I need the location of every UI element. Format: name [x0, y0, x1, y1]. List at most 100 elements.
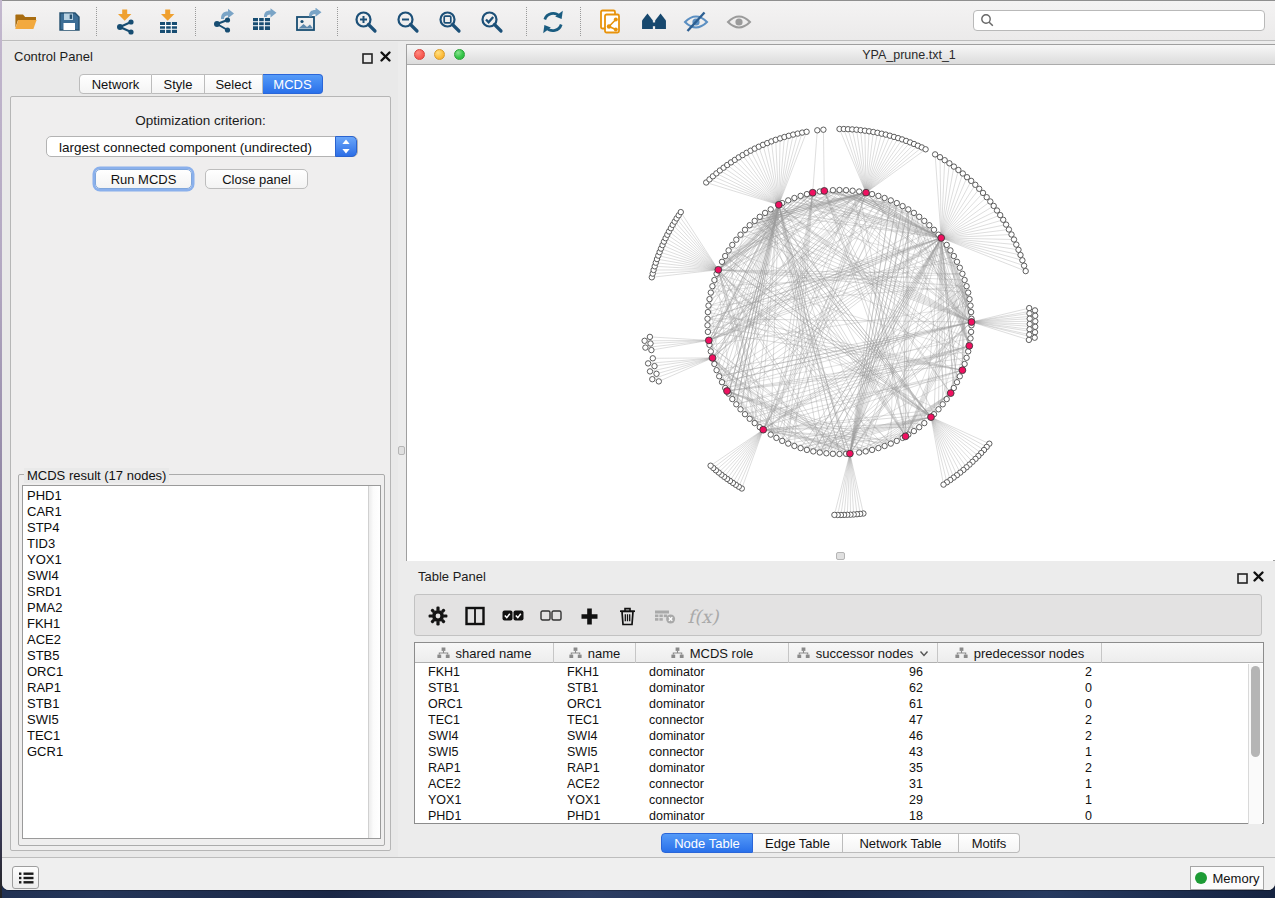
mcds-result-item[interactable]: PHD1 — [27, 488, 63, 504]
refresh-icon[interactable] — [539, 8, 567, 35]
table-row-ACE2[interactable]: ACE2ACE2connector311 — [415, 776, 1263, 792]
mcds-result-item[interactable]: STP4 — [27, 520, 63, 536]
mcds-result-item[interactable]: STB1 — [27, 696, 63, 712]
mcds-result-item[interactable]: YOX1 — [27, 552, 63, 568]
mcds-result-item[interactable]: TID3 — [27, 536, 63, 552]
float-window-icon[interactable] — [362, 50, 373, 61]
split-table-view-icon[interactable] — [460, 595, 490, 637]
desktop-wallpaper-edge — [0, 0, 2, 898]
column-header-successor-nodes[interactable]: successor nodes — [789, 643, 938, 663]
mcds-tab-panel: Optimization criterion: largest connecte… — [10, 96, 391, 851]
delete-table-icon[interactable] — [650, 595, 680, 637]
toolbar-separator — [195, 7, 196, 36]
cell-mcds-role: dominator — [649, 665, 705, 679]
tab-network[interactable]: Network — [79, 74, 152, 94]
float-table-panel-icon[interactable] — [1237, 570, 1248, 581]
save-session-icon[interactable] — [55, 8, 83, 35]
table-row-FKH1[interactable]: FKH1FKH1dominator962 — [415, 664, 1263, 680]
column-header-MCDS-role[interactable]: MCDS role — [636, 643, 789, 663]
zoom-in-icon[interactable] — [352, 8, 380, 35]
table-row-RAP1[interactable]: RAP1RAP1dominator352 — [415, 760, 1263, 776]
table-row-YOX1[interactable]: YOX1YOX1connector291 — [415, 792, 1263, 808]
column-header-name[interactable]: name — [554, 643, 636, 663]
mcds-result-item[interactable]: RAP1 — [27, 680, 63, 696]
mcds-list-scrollbar[interactable] — [368, 486, 380, 838]
tab-style[interactable]: Style — [152, 74, 205, 94]
network-view-titlebar[interactable]: YPA_prune.txt_1 — [407, 45, 1275, 65]
delete-column-icon[interactable] — [612, 595, 642, 637]
select-all-columns-icon[interactable] — [498, 595, 528, 637]
column-header-shared-name[interactable]: shared name — [415, 643, 554, 663]
export-image-icon[interactable] — [294, 8, 322, 35]
show-all-icon[interactable] — [725, 8, 753, 35]
mcds-result-item[interactable]: SWI5 — [27, 712, 63, 728]
search-network-icon[interactable] — [640, 8, 668, 35]
network-view-frame: YPA_prune.txt_1 — [406, 44, 1275, 561]
export-network-icon[interactable] — [209, 8, 237, 35]
vertical-splitter[interactable] — [398, 42, 406, 857]
mcds-result-item[interactable]: PMA2 — [27, 600, 63, 616]
close-window-icon[interactable] — [414, 49, 425, 60]
close-table-panel-icon[interactable] — [1252, 569, 1265, 582]
cell-successor-nodes: 31 — [909, 777, 923, 791]
minimize-window-icon[interactable] — [434, 49, 445, 60]
horizontal-splitter-handle[interactable] — [836, 552, 845, 560]
tab-mcds[interactable]: MCDS — [263, 74, 323, 94]
task-history-button[interactable] — [12, 866, 39, 889]
create-column-icon[interactable] — [574, 595, 604, 637]
zoom-fit-icon[interactable] — [436, 8, 464, 35]
run-mcds-button[interactable]: Run MCDS — [95, 169, 192, 189]
table-scrollbar-thumb[interactable] — [1251, 666, 1260, 757]
mcds-result-item[interactable]: TEC1 — [27, 728, 63, 744]
mcds-result-item[interactable]: ORC1 — [27, 664, 63, 680]
table-row-STB1[interactable]: STB1STB1dominator620 — [415, 680, 1263, 696]
table-row-PHD1[interactable]: PHD1PHD1dominator180 — [415, 808, 1263, 824]
table-settings-icon[interactable] — [423, 595, 453, 637]
table-scrollbar[interactable] — [1248, 664, 1262, 824]
mcds-result-item[interactable]: FKH1 — [27, 616, 63, 632]
table-toolbar: f(x) — [414, 594, 1262, 636]
optimization-criterion-select[interactable]: largest connected component (undirected) — [46, 136, 358, 157]
mcds-result-item[interactable]: SWI4 — [27, 568, 63, 584]
table-row-ORC1[interactable]: ORC1ORC1dominator610 — [415, 696, 1263, 712]
tab-edge-table[interactable]: Edge Table — [753, 833, 843, 853]
import-network-icon[interactable] — [111, 8, 139, 35]
open-session-from-icon[interactable] — [597, 8, 625, 35]
search-box — [973, 10, 1265, 31]
mcds-result-item[interactable]: CAR1 — [27, 504, 63, 520]
close-panel-button[interactable]: Close panel — [205, 169, 308, 189]
table-row-SWI5[interactable]: SWI5SWI5connector431 — [415, 744, 1263, 760]
table-row-SWI4[interactable]: SWI4SWI4dominator462 — [415, 728, 1263, 744]
mcds-result-item[interactable]: SRD1 — [27, 584, 63, 600]
deselect-all-columns-icon[interactable] — [536, 595, 566, 637]
tab-motifs[interactable]: Motifs — [959, 833, 1020, 853]
mcds-result-list[interactable]: PHD1CAR1STP4TID3YOX1SWI4SRD1PMA2FKH1ACE2… — [22, 485, 381, 839]
hide-selected-icon[interactable] — [682, 8, 710, 35]
cell-name: YOX1 — [567, 793, 600, 807]
tab-select[interactable]: Select — [205, 74, 263, 94]
tab-network-table[interactable]: Network Table — [843, 833, 959, 853]
table-row-TEC1[interactable]: TEC1TEC1connector472 — [415, 712, 1263, 728]
column-header-predecessor-nodes[interactable]: predecessor nodes — [938, 643, 1102, 663]
zoom-out-icon[interactable] — [394, 8, 422, 35]
maximize-window-icon[interactable] — [454, 49, 465, 60]
export-table-icon[interactable] — [250, 8, 278, 35]
import-table-icon[interactable] — [154, 8, 182, 35]
function-builder-icon[interactable]: f(x) — [688, 595, 718, 637]
tab-node-table[interactable]: Node Table — [661, 833, 753, 853]
memory-button[interactable]: Memory — [1190, 866, 1264, 890]
cell-mcds-role: dominator — [649, 697, 705, 711]
search-input[interactable] — [995, 12, 1264, 29]
zoom-selected-icon[interactable] — [478, 8, 506, 35]
open-file-icon[interactable] — [12, 8, 40, 35]
mcds-result-item[interactable]: GCR1 — [27, 744, 63, 760]
close-panel-icon[interactable] — [379, 49, 392, 62]
mcds-result-item[interactable]: STB5 — [27, 648, 63, 664]
mcds-result-item[interactable]: ACE2 — [27, 632, 63, 648]
vertical-splitter-handle[interactable] — [398, 446, 405, 455]
column-header-label: name — [588, 646, 621, 661]
network-canvas[interactable] — [407, 66, 1273, 561]
column-header-label: MCDS role — [690, 646, 754, 661]
cell-name: STB1 — [567, 681, 598, 695]
cell-successor-nodes: 35 — [909, 761, 923, 775]
